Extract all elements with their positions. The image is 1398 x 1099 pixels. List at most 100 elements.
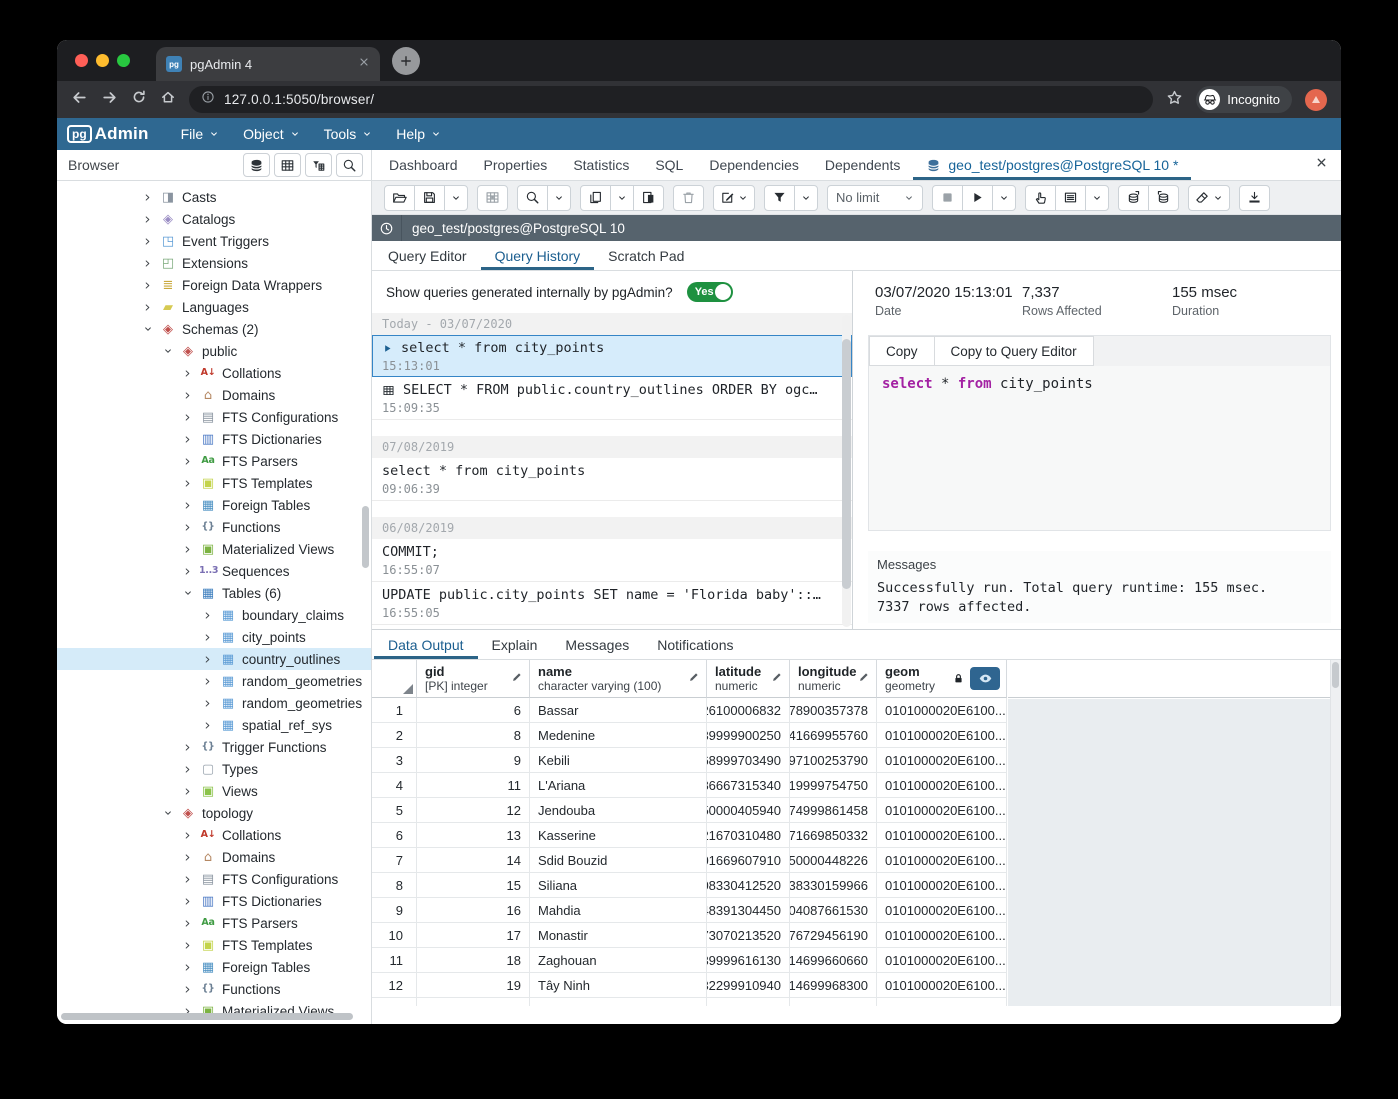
commit-button[interactable] (1118, 185, 1149, 211)
tree-item-fts-dictionaries[interactable]: ▥FTS Dictionaries (57, 890, 371, 912)
tree-expander-icon[interactable] (201, 699, 214, 708)
tab-data-output[interactable]: Data Output (374, 630, 478, 659)
reload-icon[interactable] (131, 89, 147, 110)
cell-latitude[interactable]: .39999616130 (707, 948, 790, 973)
cell-longitude[interactable]: 8.74999861458 (790, 798, 877, 823)
cell-name[interactable]: Siliana (530, 873, 707, 898)
tree-item-random-geometries[interactable]: ▦random_geometries (57, 670, 371, 692)
cell-geom[interactable]: 0101000020E6100... (877, 873, 1007, 898)
edit-options-button[interactable] (713, 185, 755, 211)
tree-expander-icon[interactable] (181, 875, 194, 884)
cell-name[interactable]: Bassar (530, 698, 707, 723)
tab-notifications[interactable]: Notifications (643, 630, 747, 659)
cell-name[interactable]: Monastir (530, 923, 707, 948)
cell-longitude[interactable]: 9.50000448226 (790, 848, 877, 873)
tree-item-sequences[interactable]: 1..3Sequences (57, 560, 371, 582)
tree-expander-icon[interactable] (141, 324, 154, 334)
history-entry[interactable]: UPDATE public.city_points SET name = 'Fl… (372, 582, 852, 625)
tree-expander-icon[interactable] (181, 941, 194, 950)
tree-expander-icon[interactable] (181, 369, 194, 378)
tree-expander-icon[interactable] (181, 523, 194, 532)
cell-name[interactable]: Zaghouan (530, 948, 707, 973)
tree-item-materialized-views[interactable]: ▣Materialized Views (57, 538, 371, 560)
tree-item-public[interactable]: ◈public (57, 340, 371, 362)
internal-queries-toggle[interactable]: Yes (687, 282, 733, 302)
cell-geom[interactable]: 0101000020E6100... (877, 798, 1007, 823)
cell-geom[interactable]: 0101000020E6100... (877, 723, 1007, 748)
grid-scrollbar[interactable] (1330, 660, 1341, 1006)
cell-geom[interactable]: 0101000020E6100... (877, 923, 1007, 948)
cell-name[interactable]: Jendouba (530, 798, 707, 823)
cell-geom[interactable]: 0101000020E6100... (877, 698, 1007, 723)
copy-rows-button[interactable] (580, 185, 611, 211)
tree-item-views[interactable]: ▣Views (57, 780, 371, 802)
tree-item-schemas-2[interactable]: ◈Schemas (2) (57, 318, 371, 340)
tab-dashboard[interactable]: Dashboard (376, 150, 471, 180)
tree-item-functions[interactable]: {}Functions (57, 516, 371, 538)
cell-gid[interactable]: 13 (417, 823, 530, 848)
tree-expander-icon[interactable] (141, 281, 154, 290)
tree-item-fts-templates[interactable]: ▣FTS Templates (57, 934, 371, 956)
row-number[interactable]: 1 (372, 698, 417, 723)
tree-item-spatial-ref-sys[interactable]: ▦spatial_ref_sys (57, 714, 371, 736)
cell-gid[interactable]: 14 (417, 848, 530, 873)
cell-gid[interactable]: 16 (417, 898, 530, 923)
add-object-button[interactable] (243, 153, 270, 177)
tree-item-collations[interactable]: A↓Collations (57, 362, 371, 384)
cell-name[interactable]: L'Ariana (530, 773, 707, 798)
row-number[interactable]: 7 (372, 848, 417, 873)
tree-item-domains[interactable]: ⌂Domains (57, 384, 371, 406)
filter-button[interactable] (764, 185, 795, 211)
row-number[interactable]: 6 (372, 823, 417, 848)
cell-longitude[interactable]: 0.78900357378 (790, 698, 877, 723)
menu-object[interactable]: Object (231, 118, 311, 150)
tree-item-domains[interactable]: ⌂Domains (57, 846, 371, 868)
search-objects-button[interactable] (336, 153, 363, 177)
tree-expander-icon[interactable] (181, 985, 194, 994)
url-bar[interactable]: 127.0.0.1:5050/browser/ (189, 86, 1153, 113)
home-icon[interactable] (160, 89, 176, 110)
cell-gid[interactable]: 8 (417, 723, 530, 748)
tree-expander-icon[interactable] (161, 346, 174, 356)
tree-item-casts[interactable]: ◨Casts (57, 186, 371, 208)
profile-badge[interactable] (1305, 89, 1327, 111)
row-number[interactable]: 10 (372, 923, 417, 948)
column-header-name[interactable]: namecharacter varying (100) (530, 660, 707, 698)
tree-expander-icon[interactable] (201, 633, 214, 642)
cell-gid[interactable]: 6 (417, 698, 530, 723)
cell-name[interactable]: Mahdia (530, 898, 707, 923)
cell-longitude[interactable]: 8.71669850332 (790, 823, 877, 848)
tree-item-topology[interactable]: ◈topology (57, 802, 371, 824)
tree-expander-icon[interactable] (201, 677, 214, 686)
cell-geom[interactable]: 0101000020E6100... (877, 748, 1007, 773)
tree-expander-icon[interactable] (181, 743, 194, 752)
tree-expander-icon[interactable] (141, 259, 154, 268)
row-number[interactable]: 9 (372, 898, 417, 923)
tree-item-functions[interactable]: {}Functions (57, 978, 371, 1000)
row-number[interactable]: 5 (372, 798, 417, 823)
tree-expander-icon[interactable] (181, 919, 194, 928)
cell-gid[interactable]: 12 (417, 798, 530, 823)
cell-name[interactable]: Kasserine (530, 823, 707, 848)
new-tab-button[interactable] (392, 47, 420, 75)
tree-expander-icon[interactable] (181, 545, 194, 554)
tree-expander-icon[interactable] (181, 501, 194, 510)
cell-geom[interactable]: 0101000020E6100... (877, 823, 1007, 848)
tab-query-history[interactable]: Query History (481, 241, 595, 270)
close-window-button[interactable] (75, 54, 88, 67)
cell-geom[interactable]: 0101000020E6100... (877, 898, 1007, 923)
tree-item-collations[interactable]: A↓Collations (57, 824, 371, 846)
tree-item-fts-configurations[interactable]: ▤FTS Configurations (57, 868, 371, 890)
row-limit-select[interactable]: No limit (827, 185, 923, 211)
tree-item-city-points[interactable]: ▦city_points (57, 626, 371, 648)
browser-tab[interactable]: pg pgAdmin 4 (156, 47, 380, 81)
tree-expander-icon[interactable] (141, 237, 154, 246)
tree-expander-icon[interactable] (181, 457, 194, 466)
history-entry[interactable]: select * from city_points15:13:01 (372, 335, 852, 377)
tree-expander-icon[interactable] (141, 215, 154, 224)
tree-item-foreign-tables[interactable]: ▦Foreign Tables (57, 494, 371, 516)
site-info-icon[interactable] (201, 90, 215, 109)
tree-item-trigger-functions[interactable]: {}Trigger Functions (57, 736, 371, 758)
tab-statistics[interactable]: Statistics (560, 150, 642, 180)
cell-gid[interactable]: 11 (417, 773, 530, 798)
